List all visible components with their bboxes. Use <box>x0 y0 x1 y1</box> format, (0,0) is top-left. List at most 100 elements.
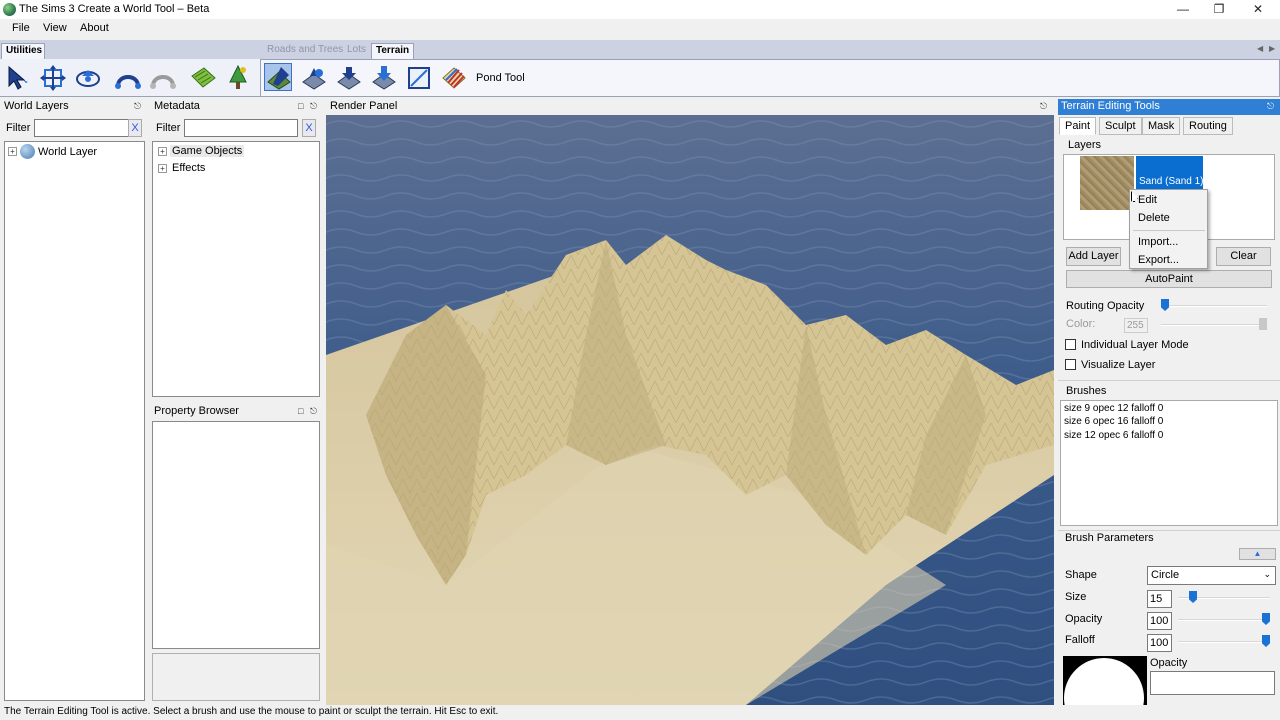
terrain-lower-icon[interactable] <box>370 64 398 92</box>
maximize-panel-icon[interactable]: □ <box>298 406 303 416</box>
add-layer-button[interactable]: Add Layer <box>1066 247 1121 266</box>
maximize-button[interactable]: ❐ <box>1199 0 1239 19</box>
color-track <box>1161 324 1267 326</box>
globe-icon <box>20 144 35 159</box>
menu-view[interactable]: View <box>43 22 67 34</box>
tab-roads-and-trees[interactable]: Roads and Trees <box>263 43 347 59</box>
metadata-header: Metadata <box>150 99 322 115</box>
sand-texture-thumbnail[interactable] <box>1080 156 1134 210</box>
terrain-raise-icon[interactable] <box>300 64 328 92</box>
routing-opacity-label: Routing Opacity <box>1066 300 1145 312</box>
tab-sculpt[interactable]: Sculpt <box>1099 117 1142 135</box>
shape-label: Shape <box>1065 569 1097 581</box>
tab-terrain[interactable]: Terrain <box>371 43 415 59</box>
clear-button[interactable]: Clear <box>1216 247 1271 266</box>
move-icon[interactable] <box>39 64 67 92</box>
expand-icon[interactable]: + <box>8 147 17 156</box>
falloff-track <box>1178 641 1270 643</box>
close-button[interactable]: ✕ <box>1238 0 1278 19</box>
tab-paint[interactable]: Paint <box>1059 117 1097 135</box>
color-value-field: 255 <box>1124 318 1148 333</box>
falloff-input[interactable]: 100 <box>1147 634 1172 652</box>
opacity-track <box>1178 619 1270 621</box>
layer-context-menu: Edit Delete Import... Export... <box>1129 189 1208 269</box>
individual-layer-mode-label: Individual Layer Mode <box>1081 339 1189 351</box>
road-grey-icon[interactable] <box>149 64 177 92</box>
size-label: Size <box>1065 591 1087 603</box>
menu-file[interactable]: File <box>12 22 30 34</box>
terrain-flatten-icon[interactable] <box>335 64 363 92</box>
brush-item[interactable]: size 9 opec 12 falloff 0 <box>1064 403 1163 414</box>
lot-icon[interactable] <box>189 64 217 92</box>
metadata-tree <box>152 141 320 397</box>
metadata-filter-input[interactable] <box>184 119 298 137</box>
render-viewport[interactable] <box>326 115 1054 705</box>
terrain-layers-icon[interactable] <box>440 64 468 92</box>
preview-opacity-box[interactable] <box>1150 671 1275 695</box>
tabs-scroll-right-icon[interactable]: ▶ <box>1269 44 1275 53</box>
world-layers-title: World Layers <box>4 100 69 112</box>
select-icon[interactable] <box>4 64 32 92</box>
opacity-label: Opacity <box>1065 613 1103 625</box>
world-layers-filter-clear-button[interactable]: X <box>128 119 142 137</box>
menu-about[interactable]: About <box>80 22 109 34</box>
rotate-icon[interactable] <box>74 64 102 92</box>
tree-item-world-layer[interactable]: World Layer <box>38 146 97 158</box>
expand-icon[interactable]: + <box>158 164 167 173</box>
brush-item[interactable]: size 12 opec 6 falloff 0 <box>1064 430 1163 441</box>
brush-preview-circle <box>1064 658 1144 705</box>
tree-item-effects[interactable]: Effects <box>172 162 205 174</box>
chevron-down-icon: ⌄ <box>1263 569 1271 579</box>
world-layers-filter-input[interactable] <box>34 119 129 137</box>
color-slider-thumb <box>1259 318 1267 330</box>
brush-item[interactable]: size 6 opec 16 falloff 0 <box>1064 416 1163 427</box>
terrain-tools-header: Terrain Editing Tools <box>1058 99 1280 115</box>
collapse-chevron-icon[interactable]: ▲ <box>1239 548 1276 560</box>
tree-icon[interactable] <box>224 64 252 92</box>
tab-utilities[interactable]: Utilities <box>1 43 45 59</box>
road-icon[interactable] <box>114 64 142 92</box>
pin-icon[interactable]: ⎋ <box>134 101 141 112</box>
pin-icon[interactable]: ⎋ <box>1040 101 1047 112</box>
minimize-button[interactable]: — <box>1163 0 1203 19</box>
terrain-bounds-icon[interactable] <box>405 64 433 92</box>
terrain-paint-icon[interactable] <box>264 63 292 91</box>
maximize-panel-icon[interactable]: □ <box>298 101 303 111</box>
context-menu-export[interactable]: Export... <box>1138 254 1179 266</box>
context-menu-import[interactable]: Import... <box>1138 236 1178 248</box>
property-browser-title: Property Browser <box>154 405 239 417</box>
tab-mask[interactable]: Mask <box>1142 117 1181 135</box>
context-menu-edit[interactable]: Edit <box>1138 194 1157 206</box>
brushes-label: Brushes <box>1066 385 1107 397</box>
render-panel-header: Render Panel <box>326 99 1054 115</box>
pin-icon[interactable]: ⎋ <box>310 406 317 417</box>
pin-icon[interactable]: ⎋ <box>1267 101 1274 112</box>
brush-parameters-label: Brush Parameters <box>1065 532 1154 544</box>
size-input[interactable]: 15 <box>1147 590 1172 608</box>
menu-bar: File View About <box>0 19 1280 40</box>
property-browser-header: Property Browser <box>150 404 322 420</box>
metadata-filter-clear-button[interactable]: X <box>302 119 316 137</box>
shape-dropdown[interactable]: Circle ⌄ <box>1147 566 1276 585</box>
pin-icon[interactable]: ⎋ <box>310 101 317 112</box>
tab-routing[interactable]: Routing <box>1183 117 1233 135</box>
context-menu-separator <box>1133 230 1205 231</box>
opacity-input[interactable]: 100 <box>1147 612 1172 630</box>
context-menu-delete[interactable]: Delete <box>1138 212 1170 224</box>
autopaint-button[interactable]: AutoPaint <box>1066 270 1272 288</box>
property-description <box>152 653 320 701</box>
visualize-layer-checkbox[interactable] <box>1065 359 1076 370</box>
tabs-scroll-left-icon[interactable]: ◀ <box>1257 44 1263 53</box>
terrain-tools-title: Terrain Editing Tools <box>1061 100 1160 112</box>
falloff-label: Falloff <box>1065 634 1095 646</box>
divider <box>1058 380 1280 381</box>
tree-item-game-objects[interactable]: Game Objects <box>170 145 245 157</box>
shape-dropdown-value: Circle <box>1151 569 1180 581</box>
render-panel-title: Render Panel <box>330 100 398 112</box>
layer-item-label: Sand (Sand 1) <box>1139 176 1204 187</box>
individual-layer-mode-checkbox[interactable] <box>1065 339 1076 350</box>
property-browser-grid[interactable] <box>152 421 320 649</box>
title-bar: The Sims 3 Create a World Tool – Beta — … <box>0 0 1280 19</box>
tab-lots[interactable]: Lots <box>343 43 370 59</box>
expand-icon[interactable]: + <box>158 147 167 156</box>
